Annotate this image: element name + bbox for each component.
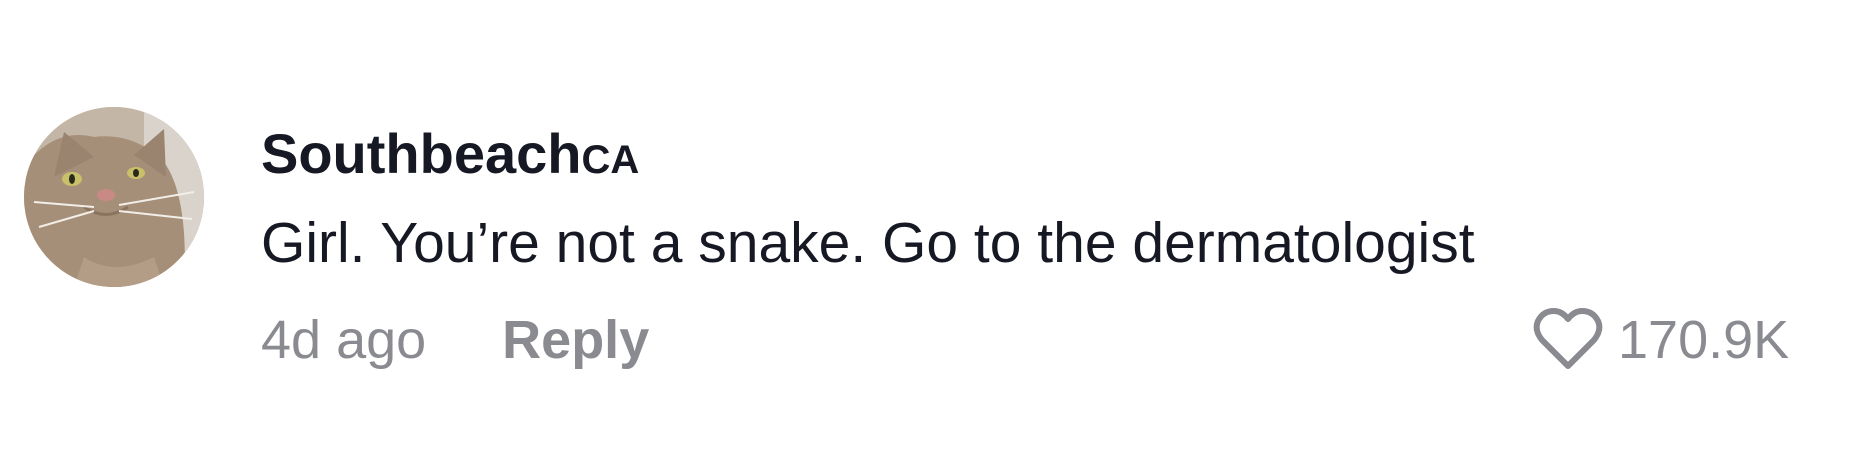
comment-text: Girl. You’re not a snake. Go to the derm…	[261, 211, 1475, 275]
username-main: Southbeach	[261, 122, 582, 185]
like-count: 170.9K	[1618, 310, 1790, 370]
like-button[interactable]: 170.9K	[1530, 302, 1789, 378]
comment-meta: 4d ago Reply	[261, 302, 649, 378]
comment-item: SouthbeachCA Girl. You’re not a snake. G…	[0, 0, 1850, 469]
reply-button[interactable]: Reply	[502, 302, 649, 378]
user-avatar[interactable]	[24, 107, 204, 287]
username-suffix: CA	[581, 138, 640, 182]
comment-username[interactable]: SouthbeachCA	[261, 118, 639, 196]
heart-outline-icon	[1533, 308, 1603, 369]
cat-avatar-icon	[24, 107, 204, 287]
comment-timestamp: 4d ago	[261, 310, 427, 370]
